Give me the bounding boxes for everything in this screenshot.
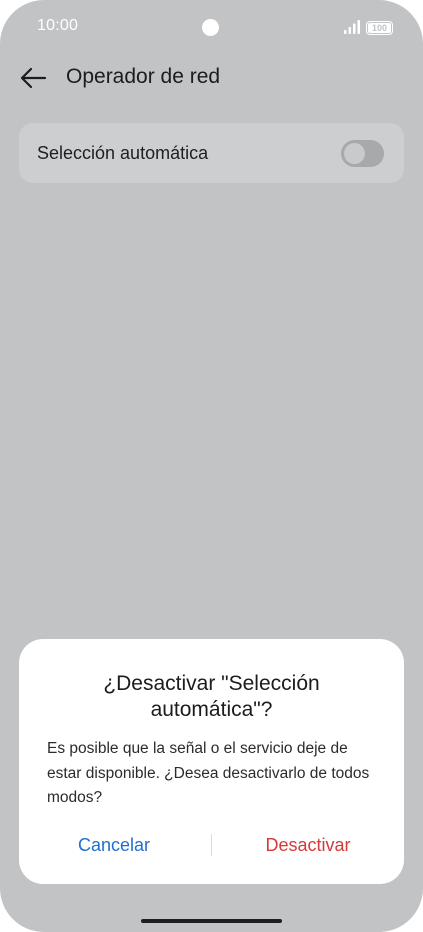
home-indicator[interactable]	[141, 919, 282, 923]
auto-selection-label: Selección automática	[37, 143, 209, 163]
status-time: 10:00	[37, 17, 79, 34]
signal-icon	[344, 20, 360, 34]
dialog-actions: Cancelar Desactivar	[19, 829, 404, 861]
button-divider	[211, 834, 212, 856]
deactivate-button[interactable]: Desactivar	[233, 829, 383, 861]
page-title: Operador de red	[66, 65, 221, 88]
app-header: Operador de red	[0, 56, 423, 102]
battery-icon: 100	[366, 21, 393, 35]
arrow-left-icon[interactable]	[19, 66, 47, 90]
dialog-message: Es posible que la señal o el servicio de…	[47, 740, 370, 806]
dialog-title: ¿Desactivar "Selección automática"?	[103, 672, 320, 721]
camera-cutout	[202, 19, 219, 36]
battery-level: 100	[371, 22, 388, 33]
confirm-dialog: ¿Desactivar "Selección automática"? Es p…	[19, 639, 404, 884]
cancel-button[interactable]: Cancelar	[39, 829, 189, 861]
phone-screen: 10:00 100 Operador de red Selección auto…	[0, 0, 423, 932]
auto-selection-toggle[interactable]	[341, 140, 384, 167]
status-bar: 10:00 100	[0, 0, 423, 56]
auto-selection-row[interactable]: Selección automática	[19, 123, 404, 183]
toggle-knob	[344, 143, 365, 164]
